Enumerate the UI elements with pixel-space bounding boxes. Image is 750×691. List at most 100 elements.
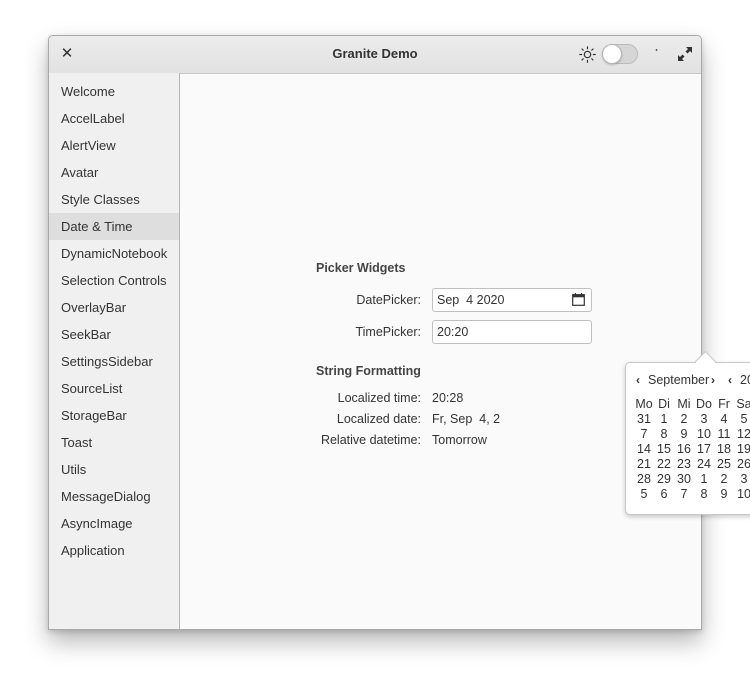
- calendar-day[interactable]: 21: [634, 457, 654, 472]
- prev-month-button[interactable]: ‹: [636, 373, 640, 387]
- weekday-label: Do: [696, 397, 712, 411]
- calendar-header: ‹ September › ‹ 2020 ›: [626, 373, 750, 389]
- calendar-day[interactable]: 5: [634, 487, 654, 502]
- sidebar-item-settingssidebar[interactable]: SettingsSidebar: [49, 348, 179, 375]
- weekday-label: Fr: [718, 397, 730, 411]
- relative-datetime-value: Tomorrow: [432, 433, 487, 447]
- sidebar-item-date-time[interactable]: Date & Time: [49, 213, 179, 240]
- timepicker-field[interactable]: 20:20: [432, 320, 592, 344]
- calendar-day[interactable]: 31: [634, 412, 654, 427]
- calendar-day[interactable]: 26: [734, 457, 750, 472]
- calendar-day[interactable]: 24: [694, 457, 714, 472]
- datepicker-value: Sep 4 2020: [437, 293, 505, 307]
- calendar-day[interactable]: 25: [714, 457, 734, 472]
- calendar-day[interactable]: 19: [734, 442, 750, 457]
- calendar-day[interactable]: 3: [694, 412, 714, 427]
- next-month-button[interactable]: ›: [711, 373, 715, 387]
- localized-time-value: 20:28: [432, 391, 464, 405]
- sidebar-item-sourcelist[interactable]: SourceList: [49, 375, 179, 402]
- calendar-grid: MoDiMiDoFrSaSo31123456789101112131415161…: [634, 397, 750, 502]
- calendar-day[interactable]: 23: [674, 457, 694, 472]
- calendar-day[interactable]: 9: [674, 427, 694, 442]
- sidebar-item-selection-controls[interactable]: Selection Controls: [49, 267, 179, 294]
- calendar-day[interactable]: 7: [634, 427, 654, 442]
- maximize-icon[interactable]: [677, 46, 693, 62]
- calendar-day[interactable]: 16: [674, 442, 694, 457]
- calendar-day[interactable]: 10: [694, 427, 714, 442]
- calendar-day[interactable]: 30: [674, 472, 694, 487]
- calendar-day[interactable]: 22: [654, 457, 674, 472]
- sidebar-item-avatar[interactable]: Avatar: [49, 159, 179, 186]
- calendar-day[interactable]: 8: [654, 427, 674, 442]
- sidebar-item-storagebar[interactable]: StorageBar: [49, 402, 179, 429]
- calendar-day[interactable]: 4: [714, 412, 734, 427]
- weekday-header-row: MoDiMiDoFrSaSo: [634, 397, 750, 412]
- calendar-day[interactable]: 1: [654, 412, 674, 427]
- weekday-label: Mo: [635, 397, 653, 411]
- year-label: 2020: [740, 373, 750, 387]
- calendar-day[interactable]: 17: [694, 442, 714, 457]
- datepicker-field[interactable]: Sep 4 2020: [432, 288, 592, 312]
- calendar-day[interactable]: 8: [694, 487, 714, 502]
- calendar-day[interactable]: 10: [734, 487, 750, 502]
- sidebar-item-application[interactable]: Application: [49, 537, 179, 564]
- calendar-day[interactable]: 2: [674, 412, 694, 427]
- moon-icon: [647, 48, 658, 60]
- calendar-week-row: 2829301234: [634, 472, 750, 487]
- localized-date-label: Localized date:: [336, 412, 421, 426]
- calendar-day[interactable]: 2: [714, 472, 734, 487]
- month-label: September: [648, 373, 710, 387]
- sidebar-item-overlaybar[interactable]: OverlayBar: [49, 294, 179, 321]
- calendar-day[interactable]: 6: [654, 487, 674, 502]
- calendar-day[interactable]: 1: [694, 472, 714, 487]
- sidebar-item-messagedialog[interactable]: MessageDialog: [49, 483, 179, 510]
- calendar-day[interactable]: 28: [634, 472, 654, 487]
- calendar-popover: ‹ September › ‹ 2020 › MoDiMiDoFrSaSo311…: [625, 350, 750, 515]
- header-bar: ✕ Granite Demo: [49, 36, 701, 74]
- calendar-day[interactable]: 15: [654, 442, 674, 457]
- prev-year-button[interactable]: ‹: [728, 373, 732, 387]
- relative-datetime-label: Relative datetime:: [320, 433, 421, 447]
- calendar-day[interactable]: 14: [634, 442, 654, 457]
- popover-arrow: [694, 350, 717, 373]
- datepicker-label: DatePicker:: [356, 293, 421, 307]
- sidebar-item-welcome[interactable]: Welcome: [49, 78, 179, 105]
- calendar-day[interactable]: 29: [654, 472, 674, 487]
- calendar-week-row: 21222324252627: [634, 457, 750, 472]
- calendar-week-row: 31123456: [634, 412, 750, 427]
- calendar-icon[interactable]: [572, 293, 585, 306]
- sidebar-item-style-classes[interactable]: Style Classes: [49, 186, 179, 213]
- weekday-label: Sa: [736, 397, 750, 411]
- app-window: ✕ Granite Demo Welcome AccelLabel AlertVie…: [48, 35, 750, 630]
- sidebar-item-dynamicnotebook[interactable]: DynamicNotebook: [49, 240, 179, 267]
- calendar-day[interactable]: 3: [734, 472, 750, 487]
- calendar-day[interactable]: 12: [734, 427, 750, 442]
- sidebar-item-seekbar[interactable]: SeekBar: [49, 321, 179, 348]
- timepicker-value: 20:20: [437, 325, 469, 339]
- string-formatting-title: String Formatting: [316, 364, 421, 378]
- main-content: Picker Widgets DatePicker: Sep 4 2020 Ti…: [180, 73, 750, 629]
- sidebar-item-utils[interactable]: Utils: [49, 456, 179, 483]
- sidebar-item-alertview[interactable]: AlertView: [49, 132, 179, 159]
- weekday-label: Mi: [677, 397, 691, 411]
- sidebar-item-toast[interactable]: Toast: [49, 429, 179, 456]
- calendar-day[interactable]: 18: [714, 442, 734, 457]
- picker-widgets-title: Picker Widgets: [316, 261, 406, 275]
- sidebar-item-accellabel[interactable]: AccelLabel: [49, 105, 179, 132]
- switch-knob: [602, 44, 622, 64]
- calendar-week-row: 567891011: [634, 487, 750, 502]
- calendar-day[interactable]: 9: [714, 487, 734, 502]
- sun-icon: [579, 46, 596, 63]
- localized-time-label: Localized time:: [337, 391, 421, 405]
- calendar-week-row: 14151617181920: [634, 442, 750, 457]
- calendar-day[interactable]: 5: [734, 412, 750, 427]
- dark-mode-switch[interactable]: [602, 44, 638, 64]
- calendar-week-row: 78910111213: [634, 427, 750, 442]
- calendar-day[interactable]: 11: [714, 427, 734, 442]
- localized-date-value: Fr, Sep 4, 2: [432, 412, 501, 426]
- calendar-day[interactable]: 7: [674, 487, 694, 502]
- timepicker-label: TimePicker:: [355, 325, 421, 339]
- sidebar: Welcome AccelLabel AlertView Avatar Style Cl…: [49, 73, 180, 629]
- weekday-label: Di: [658, 397, 670, 411]
- sidebar-item-asyncimage[interactable]: AsyncImage: [49, 510, 179, 537]
